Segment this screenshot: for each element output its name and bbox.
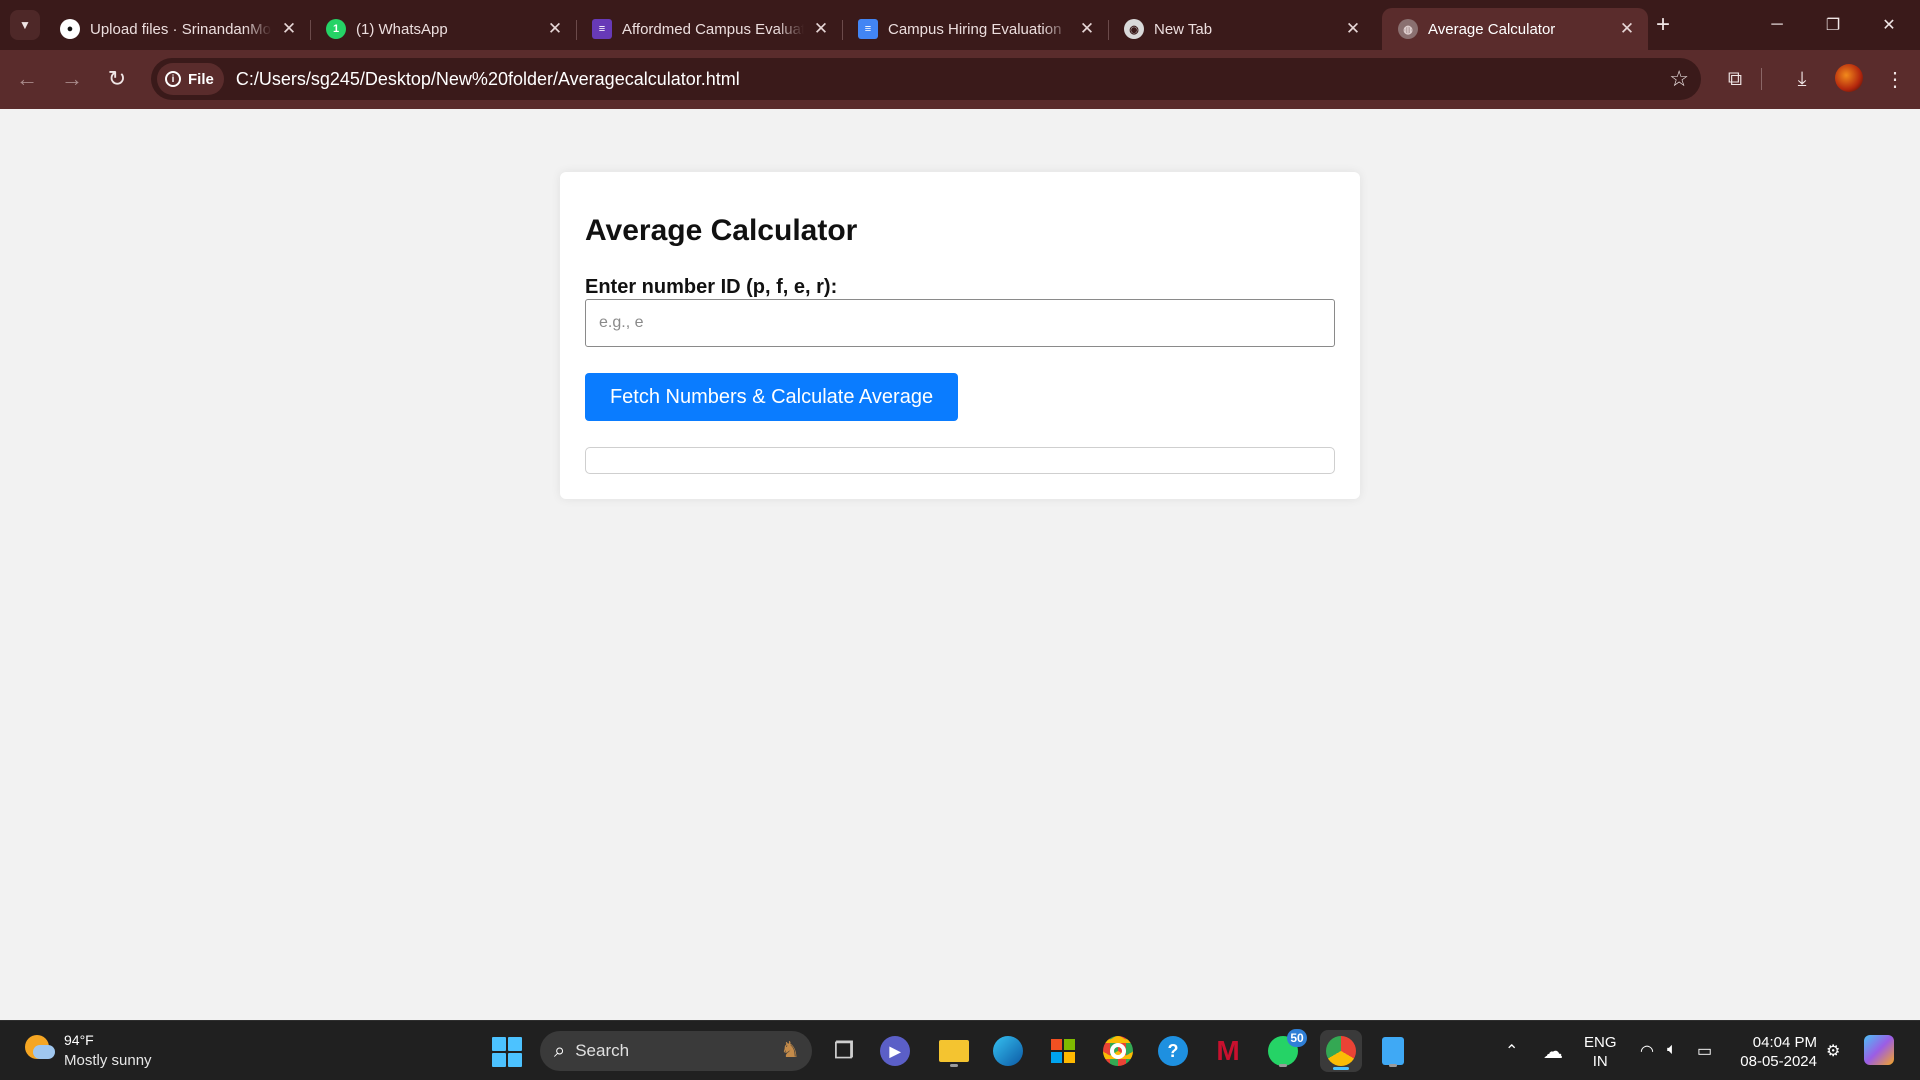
tab-new-tab[interactable]: ◉ New Tab ✕ bbox=[1108, 8, 1374, 50]
tab-title: Upload files · SrinandanMo bbox=[90, 20, 271, 38]
close-tab-icon[interactable]: ✕ bbox=[1342, 18, 1364, 40]
file-explorer-icon[interactable] bbox=[936, 1033, 972, 1069]
minimize-button[interactable]: ─ bbox=[1749, 0, 1805, 50]
notepad-icon[interactable] bbox=[1375, 1033, 1411, 1069]
wifi-icon[interactable]: ◠ bbox=[1640, 1041, 1654, 1061]
puzzle-icon: ⧉ bbox=[1727, 67, 1743, 90]
tab-whatsapp[interactable]: 1 (1) WhatsApp ✕ bbox=[310, 8, 577, 50]
tab-search-button[interactable]: ▼ bbox=[10, 10, 40, 40]
clock-time: 04:04 PM bbox=[1752, 1034, 1817, 1051]
language-indicator[interactable]: ENG IN bbox=[1584, 1033, 1617, 1071]
browser-toolbar: ← → ↻ i File C:/Users/sg245/Desktop/New%… bbox=[0, 50, 1920, 109]
forms-icon: ≡ bbox=[592, 19, 612, 39]
clock-date: 08-05-2024 bbox=[1740, 1053, 1817, 1070]
globe-icon: ◍ bbox=[1398, 19, 1418, 39]
minimize-icon: ─ bbox=[1771, 16, 1783, 33]
tab-upload-files[interactable]: ● Upload files · SrinandanMo ✕ bbox=[44, 8, 311, 50]
new-tab-button[interactable]: + bbox=[1648, 10, 1678, 40]
onedrive-icon[interactable]: ☁ bbox=[1543, 1039, 1563, 1064]
close-icon: ✕ bbox=[1882, 17, 1896, 34]
language-line2: IN bbox=[1592, 1053, 1608, 1070]
calculator-card: Average Calculator Enter number ID (p, f… bbox=[560, 172, 1360, 499]
whatsapp-icon: 1 bbox=[326, 19, 346, 39]
address-bar[interactable]: i File C:/Users/sg245/Desktop/New%20fold… bbox=[151, 58, 1701, 100]
download-icon: ⤓ bbox=[1797, 67, 1807, 90]
windows-start-icon[interactable] bbox=[492, 1037, 522, 1067]
taskbar: 94°F Mostly sunny ⌕ Search ♞ ❐ ▶ ? M 50 bbox=[0, 1020, 1920, 1080]
tab-campus-hiring[interactable]: ≡ Campus Hiring Evaluation ✕ bbox=[842, 8, 1109, 50]
volume-icon[interactable]: 🔈︎ bbox=[1667, 1041, 1677, 1059]
mcafee-icon[interactable]: M bbox=[1210, 1033, 1246, 1069]
weather-condition: Mostly sunny bbox=[64, 1052, 152, 1069]
edge-icon[interactable] bbox=[990, 1033, 1026, 1069]
profile-avatar[interactable] bbox=[1835, 64, 1863, 92]
close-window-button[interactable]: ✕ bbox=[1861, 0, 1917, 50]
tab-title: (1) WhatsApp bbox=[356, 20, 448, 38]
taskbar-search[interactable]: ⌕ Search ♞ bbox=[540, 1031, 812, 1071]
tab-title: Average Calculator bbox=[1428, 20, 1556, 38]
tab-title: Affordmed Campus Evaluat bbox=[622, 20, 804, 38]
url-text[interactable]: C:/Users/sg245/Desktop/New%20folder/Aver… bbox=[236, 69, 740, 90]
chrome-profile-taskbar-icon[interactable] bbox=[1320, 1030, 1362, 1072]
close-tab-icon[interactable]: ✕ bbox=[278, 18, 300, 40]
teams-meet-icon[interactable]: ▶ bbox=[880, 1036, 910, 1066]
plus-icon: + bbox=[1655, 11, 1670, 38]
reload-icon: ↻ bbox=[107, 66, 127, 91]
tab-average-calculator[interactable]: ◍ Average Calculator ✕ bbox=[1382, 8, 1648, 50]
close-tab-icon[interactable]: ✕ bbox=[810, 18, 832, 40]
weather-sunny-icon bbox=[25, 1035, 55, 1065]
whatsapp-badge: 50 bbox=[1287, 1029, 1307, 1047]
language-line1: ENG bbox=[1584, 1034, 1617, 1051]
site-info-label: File bbox=[188, 70, 214, 88]
chrome-taskbar-icon[interactable] bbox=[1100, 1033, 1136, 1069]
forward-button[interactable]: → bbox=[57, 64, 87, 94]
bookmark-star-icon[interactable]: ☆ bbox=[1669, 66, 1689, 92]
tab-strip: ▼ ● Upload files · SrinandanMo ✕ 1 (1) W… bbox=[0, 0, 1920, 50]
extensions-button[interactable]: ⧉ bbox=[1720, 64, 1750, 94]
search-label: Search bbox=[575, 1041, 630, 1060]
search-icon: ⌕ bbox=[554, 1039, 566, 1062]
whatsapp-taskbar-icon[interactable]: 50 bbox=[1265, 1029, 1307, 1069]
clock[interactable]: 04:04 PM 08-05-2024 bbox=[1733, 1033, 1817, 1071]
downloads-button[interactable]: ⤓ bbox=[1787, 64, 1817, 94]
get-help-icon[interactable]: ? bbox=[1155, 1033, 1191, 1069]
number-id-input[interactable] bbox=[585, 299, 1335, 347]
fetch-calculate-button[interactable]: Fetch Numbers & Calculate Average bbox=[585, 373, 958, 421]
tab-title: New Tab bbox=[1154, 20, 1213, 38]
page-title: Average Calculator bbox=[585, 214, 858, 247]
number-id-label: Enter number ID (p, f, e, r): bbox=[585, 276, 838, 298]
github-icon: ● bbox=[60, 19, 80, 39]
task-view-icon[interactable]: ❐ bbox=[826, 1033, 862, 1069]
close-tab-icon[interactable]: ✕ bbox=[1076, 18, 1098, 40]
back-button[interactable]: ← bbox=[12, 64, 42, 94]
copilot-icon[interactable] bbox=[1864, 1035, 1894, 1065]
menu-button[interactable]: ⋮ bbox=[1880, 64, 1910, 94]
arrow-right-icon: → bbox=[61, 66, 83, 91]
show-hidden-icons-icon[interactable]: ⌃ bbox=[1505, 1041, 1518, 1061]
restore-button[interactable]: ❐ bbox=[1805, 0, 1861, 50]
reload-button[interactable]: ↻ bbox=[102, 64, 132, 94]
close-tab-icon[interactable]: ✕ bbox=[544, 18, 566, 40]
restore-icon: ❐ bbox=[1825, 17, 1841, 34]
arrow-left-icon: ← bbox=[16, 66, 38, 91]
chrome-icon: ◉ bbox=[1124, 19, 1144, 39]
microsoft-store-icon[interactable] bbox=[1045, 1033, 1081, 1069]
close-tab-icon[interactable]: ✕ bbox=[1616, 18, 1638, 40]
tab-affordmed[interactable]: ≡ Affordmed Campus Evaluat ✕ bbox=[576, 8, 843, 50]
search-highlight-icon: ♞ bbox=[780, 1037, 800, 1062]
result-box bbox=[585, 447, 1335, 474]
battery-icon[interactable]: ▭ bbox=[1697, 1041, 1712, 1061]
site-info-chip[interactable]: i File bbox=[157, 63, 224, 95]
docs-icon: ≡ bbox=[858, 19, 878, 39]
tab-title: Campus Hiring Evaluation bbox=[888, 20, 1062, 38]
chevron-down-icon: ▼ bbox=[19, 18, 31, 32]
notifications-icon[interactable]: ⚙ bbox=[1826, 1041, 1840, 1061]
more-vert-icon: ⋮ bbox=[1885, 68, 1905, 91]
weather-temp: 94°F bbox=[64, 1032, 94, 1048]
info-icon: i bbox=[165, 71, 181, 87]
